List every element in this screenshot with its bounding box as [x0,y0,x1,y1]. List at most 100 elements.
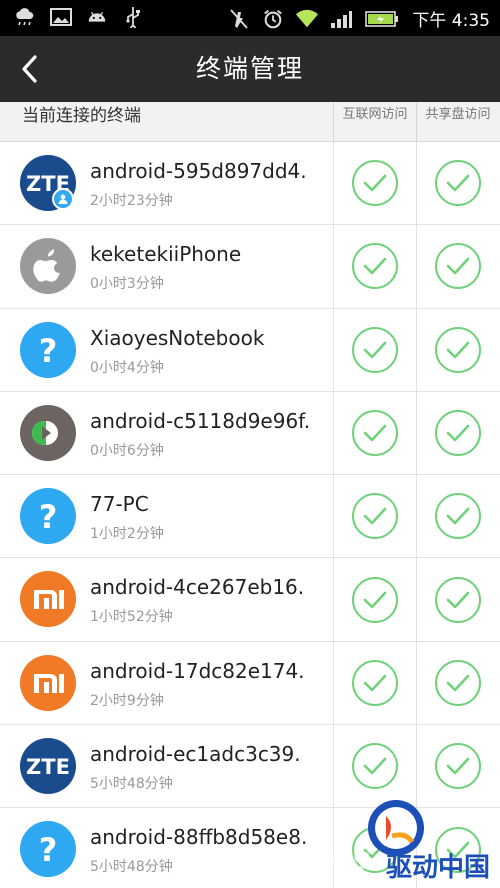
shared-disk-access-cell [416,475,499,558]
check-icon [446,174,470,192]
apple-logo-icon [33,249,60,282]
internet-access-cell [333,391,416,475]
question-icon-avatar: ? [20,321,76,378]
device-name: keketekiiPhone [90,242,242,267]
status-time: 下午 4:35 [412,11,490,31]
internet-access-cell [333,225,416,308]
shared-disk-access-toggle[interactable] [435,659,481,706]
device-row[interactable]: ? 77-PC 1小时2分钟 [0,475,500,559]
status-bar: 下午 4:35 [0,0,500,36]
mute-icon [228,8,250,30]
mi-logo-avatar [20,654,76,711]
shared-disk-access-toggle[interactable] [435,493,481,540]
svg-text:?: ? [39,332,58,368]
device-row[interactable]: android-c5118d9e96f. 0小时6分钟 [0,391,500,476]
generic-phone-logo-avatar [20,404,76,461]
weather-icon [14,6,36,28]
device-row[interactable]: keketekiiPhone 0小时3分钟 [0,225,500,309]
internet-access-toggle[interactable] [352,326,398,373]
current-user-badge-icon [52,188,74,210]
shared-disk-access-cell [416,641,499,725]
check-icon [446,258,470,275]
page-title: 终端管理 [195,54,304,83]
back-button[interactable] [10,48,50,90]
check-icon [363,591,387,608]
internet-access-toggle[interactable] [352,243,398,290]
check-icon [446,424,470,442]
device-name: XiaoyesNotebook [90,325,265,350]
usb-icon [122,6,144,28]
connection-duration: 1小时2分钟 [90,526,164,543]
shared-disk-access-toggle[interactable] [435,576,481,623]
generic-phone-logo-icon [32,420,58,445]
shared-disk-access-cell [416,308,499,391]
internet-access-cell [333,641,416,725]
check-icon [363,174,387,192]
device-row[interactable]: ? XiaoyesNotebook 0小时4分钟 [0,308,500,392]
connection-duration: 0小时4分钟 [90,359,164,376]
connection-duration: 5小时48分钟 [90,776,173,793]
internet-access-cell [333,475,416,558]
device-name: android-ec1adc3c39. [90,742,301,767]
device-row[interactable]: android-4ce267eb16. 1小时52分钟 [0,558,500,642]
device-row[interactable]: ZTE android-ec1adc3c39. 5小时48分钟 [0,725,500,809]
svg-text:?: ? [39,498,58,534]
device-list: ZTE android-595d897dd4. 2小时23分钟 keketekiiPh… [0,142,500,888]
android-icon [86,6,108,28]
image-icon [50,6,72,28]
back-arrow-icon [22,55,37,83]
connection-duration: 2小时9分钟 [90,692,164,709]
check-icon [446,341,470,359]
device-row[interactable]: ZTE android-595d897dd4. 2小时23分钟 [0,142,500,226]
connection-duration: 0小时3分钟 [90,276,164,293]
connection-duration: 0小时6分钟 [90,442,164,459]
internet-access-cell [333,142,416,225]
shared-disk-column-header: 共享盘访问 [416,102,499,142]
watermark-cn: 驱动中国 [385,853,490,883]
shared-disk-access-toggle[interactable] [435,243,481,290]
shared-disk-access-toggle[interactable] [435,326,481,373]
shared-disk-access-toggle[interactable] [435,160,481,207]
shared-disk-access-toggle[interactable] [435,410,481,457]
wifi-icon [296,8,319,30]
connection-duration: 5小时48分钟 [90,859,173,876]
shared-disk-access-toggle[interactable] [435,743,481,790]
device-row[interactable]: android-17dc82e174. 2小时9分钟 [0,641,500,726]
internet-access-toggle[interactable] [352,160,398,207]
watermark-text: MyDrivers [190,842,371,877]
question-icon-avatar: ? [20,488,76,545]
internet-access-toggle[interactable] [352,576,398,623]
internet-access-toggle[interactable] [352,659,398,706]
internet-access-toggle[interactable] [352,493,398,540]
shared-disk-access-cell [416,142,499,225]
check-icon [363,258,387,275]
mi-logo-icon [34,590,64,610]
check-icon [363,508,387,525]
list-header: 当前连接的终端 互联网访问 共享盘访问 [0,102,500,142]
internet-access-cell [333,725,416,808]
check-icon [446,508,470,525]
mi-logo-icon [34,673,64,693]
internet-access-column-header: 互联网访问 [333,102,416,142]
shared-disk-access-cell [416,725,499,808]
device-name: android-17dc82e174. [90,658,305,683]
check-icon [446,757,470,775]
connection-duration: 2小时23分钟 [90,193,173,209]
title-bar: 终端管理 [0,36,500,102]
zte-logo-avatar: ZTE [20,738,76,795]
question-icon: ? [39,332,58,368]
internet-access-toggle[interactable] [352,743,398,790]
internet-access-toggle[interactable] [352,410,398,457]
device-name: 77-PC [90,492,149,517]
check-icon [363,341,387,359]
check-icon [446,674,470,692]
battery-icon [364,8,400,30]
signal-icon [330,8,353,30]
question-icon: ? [39,831,58,867]
shared-disk-access-cell [416,391,499,475]
check-icon [363,674,387,692]
check-icon [363,757,387,775]
internet-access-cell [333,308,416,391]
device-name: android-595d897dd4. [90,159,307,183]
internet-access-cell [333,558,416,641]
